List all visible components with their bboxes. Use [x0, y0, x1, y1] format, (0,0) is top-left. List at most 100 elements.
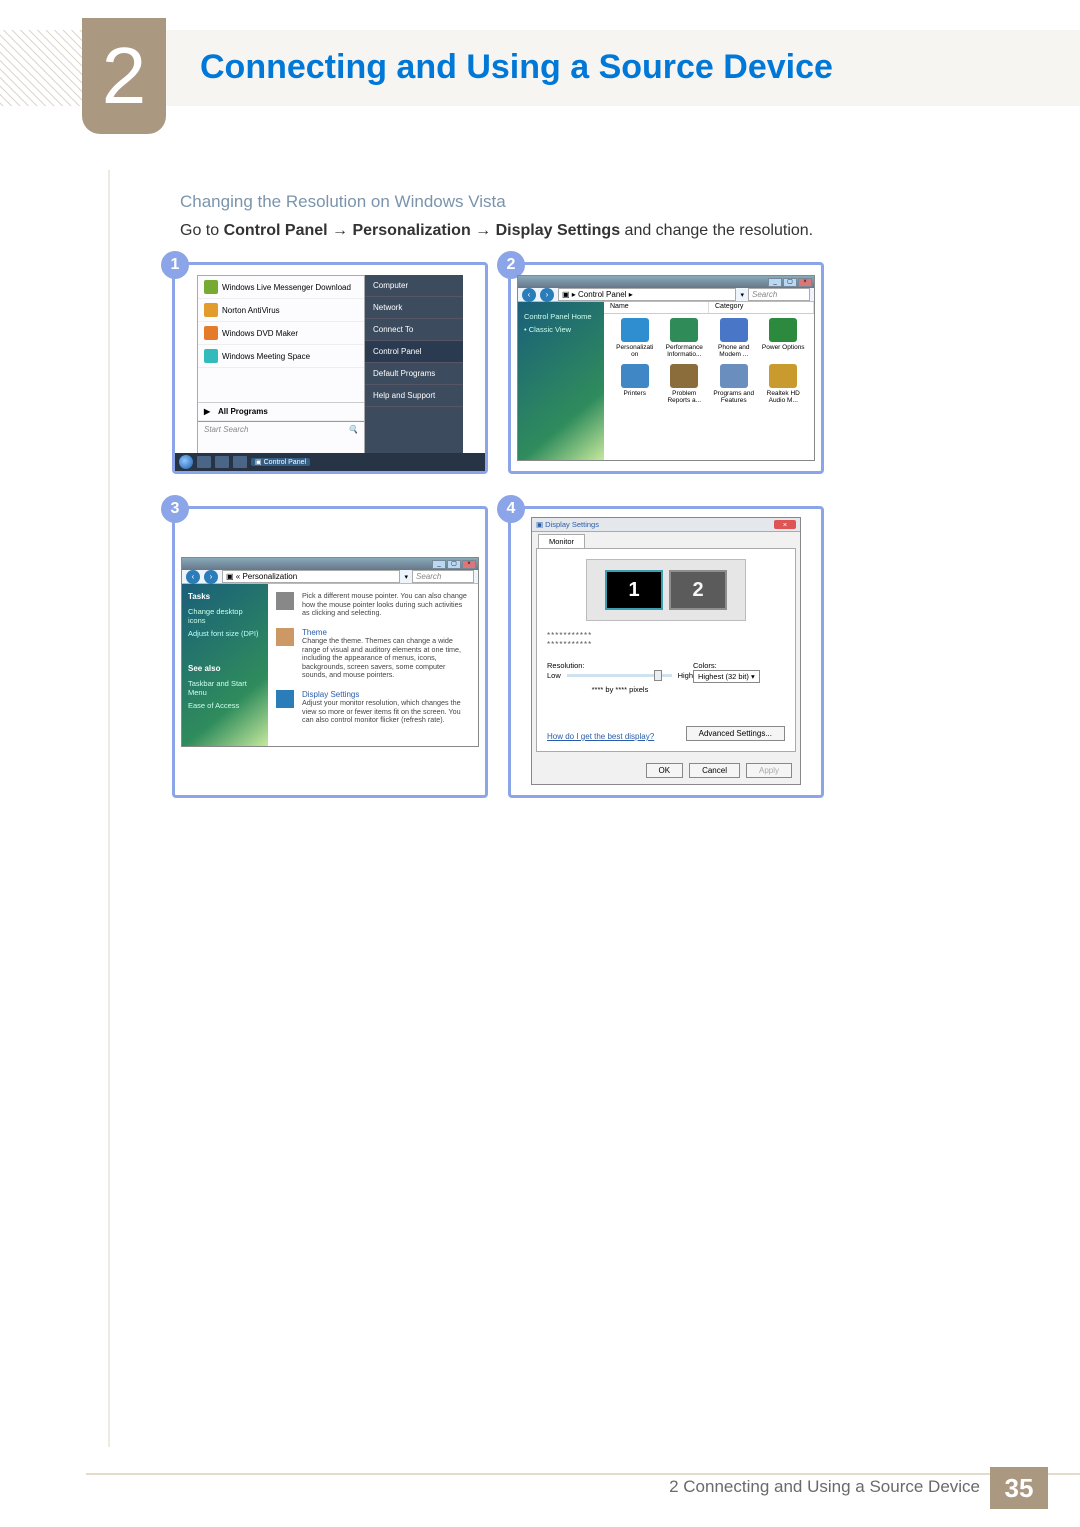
tab-monitor[interactable]: Monitor	[538, 534, 585, 548]
ok-button[interactable]: OK	[646, 763, 684, 778]
start-search[interactable]: Start Search🔍	[198, 421, 364, 437]
search-input[interactable]: Search	[412, 570, 474, 583]
start-right-item[interactable]: Default Programs	[365, 363, 463, 385]
apply-button[interactable]: Apply	[746, 763, 792, 778]
forward-button[interactable]: ›	[540, 288, 554, 302]
cp-item-icon	[621, 318, 649, 342]
colors-select[interactable]: Highest (32 bit) ▾	[693, 670, 760, 683]
address-bar: ‹ › ▣ ▸ Control Panel ▸ ▾ Search	[518, 288, 814, 302]
start-item[interactable]: Windows DVD Maker	[198, 322, 364, 345]
slider-thumb[interactable]	[654, 670, 662, 681]
start-right-item[interactable]: Control Panel	[365, 341, 463, 363]
close-button[interactable]: ×	[798, 278, 812, 287]
figure-2: 2 _ ▢ × ‹ › ▣ ▸ Control Panel ▸ ▾ Search…	[508, 262, 824, 474]
cancel-button[interactable]: Cancel	[689, 763, 740, 778]
advanced-settings-button[interactable]: Advanced Settings...	[686, 726, 785, 741]
dialog-titlebar: ▣ Display Settings ×	[532, 518, 800, 532]
tab-row: Monitor	[532, 532, 800, 548]
cp-item-icon	[769, 364, 797, 388]
taskbar-item[interactable]	[197, 456, 211, 468]
cp-item[interactable]: Programs and Features	[711, 364, 757, 404]
start-item[interactable]: Windows Live Messenger Download	[198, 276, 364, 299]
header-hatch	[0, 30, 82, 106]
task-link[interactable]: Change desktop icons	[188, 605, 262, 627]
cp-classic-link[interactable]: Classic View	[524, 323, 598, 336]
cp-item[interactable]: Personalizati on	[612, 318, 658, 358]
taskbar-control-panel[interactable]: ▣Control Panel	[251, 458, 310, 466]
cp-item[interactable]: Performance Informatio...	[662, 318, 708, 358]
close-button[interactable]: ×	[774, 520, 796, 529]
forward-button[interactable]: ›	[204, 570, 218, 584]
window-titlebar: _ ▢ ×	[518, 276, 814, 288]
back-button[interactable]: ‹	[186, 570, 200, 584]
cp-item-icon	[720, 318, 748, 342]
masked-text: ***********	[547, 640, 785, 649]
app-icon	[204, 349, 218, 363]
start-item[interactable]: Norton AntiVirus	[198, 299, 364, 322]
personalization-sidebar: Tasks Change desktop icons Adjust font s…	[182, 584, 268, 746]
start-right-item[interactable]: Help and Support	[365, 385, 463, 407]
resolution-slider[interactable]	[567, 674, 672, 677]
close-button[interactable]: ×	[462, 560, 476, 569]
block-icon	[276, 628, 294, 646]
cp-item-icon	[720, 364, 748, 388]
taskbar-item[interactable]	[215, 456, 229, 468]
maximize-button[interactable]: ▢	[783, 278, 797, 287]
personalization-window: _ ▢ × ‹ › ▣ « Personalization ▾ Search T…	[181, 557, 479, 747]
start-right-item[interactable]: Computer	[365, 275, 463, 297]
monitor-1[interactable]: 1	[605, 570, 663, 610]
cp-home-link[interactable]: Control Panel Home	[524, 310, 598, 323]
cp-item[interactable]: Phone and Modem ...	[711, 318, 757, 358]
resolution-value: **** by **** pixels	[547, 685, 693, 694]
best-display-link[interactable]: How do I get the best display?	[547, 732, 654, 741]
cp-item[interactable]: Problem Reports a...	[662, 364, 708, 404]
start-right-item[interactable]: Network	[365, 297, 463, 319]
figure-3: 3 _ ▢ × ‹ › ▣ « Personalization ▾ Search…	[172, 506, 488, 798]
slider-high: High	[678, 671, 693, 680]
cp-item-icon	[621, 364, 649, 388]
breadcrumb[interactable]: ▣ « Personalization	[222, 570, 400, 583]
dialog-buttons: OK Cancel Apply	[532, 756, 800, 784]
see-also-link[interactable]: Taskbar and Start Menu	[188, 677, 262, 699]
personalization-block[interactable]: ThemeChange the theme. Themes can change…	[276, 628, 470, 680]
chapter-badge: 2	[82, 18, 166, 134]
minimize-button[interactable]: _	[768, 278, 782, 287]
taskbar-item[interactable]	[233, 456, 247, 468]
app-icon	[204, 280, 218, 294]
tasks-heading: Tasks	[188, 592, 262, 601]
personalization-block[interactable]: Pick a different mouse pointer. You can …	[276, 592, 470, 618]
task-link[interactable]: Adjust font size (DPI)	[188, 627, 262, 640]
cp-item-icon	[670, 364, 698, 388]
control-panel-window: _ ▢ × ‹ › ▣ ▸ Control Panel ▸ ▾ Search C…	[517, 275, 815, 461]
figure-grid: 1 Windows Live Messenger DownloadNorton …	[172, 262, 824, 798]
slider-low: Low	[547, 671, 561, 680]
col-name[interactable]: Name	[604, 302, 709, 313]
cp-item[interactable]: Power Options	[761, 318, 807, 358]
address-bar: ‹ › ▣ « Personalization ▾ Search	[182, 570, 478, 584]
cp-sidebar: Control Panel Home Classic View	[518, 302, 604, 460]
maximize-button[interactable]: ▢	[447, 560, 461, 569]
monitor-2[interactable]: 2	[669, 570, 727, 610]
start-right-item[interactable]: Connect To	[365, 319, 463, 341]
control-panel-icon: ▣	[255, 458, 262, 466]
back-button[interactable]: ‹	[522, 288, 536, 302]
start-item[interactable]: Windows Meeting Space	[198, 345, 364, 368]
monitor-preview: 1 2	[586, 559, 746, 621]
breadcrumb[interactable]: ▣ ▸ Control Panel ▸	[558, 288, 736, 301]
minimize-button[interactable]: _	[432, 560, 446, 569]
col-category[interactable]: Category	[709, 302, 814, 313]
cp-item[interactable]: Realtek HD Audio M...	[761, 364, 807, 404]
figure-badge-4: 4	[497, 495, 525, 523]
figure-badge-3: 3	[161, 495, 189, 523]
cp-item-icon	[670, 318, 698, 342]
start-orb-icon[interactable]	[179, 455, 193, 469]
see-also-link[interactable]: Ease of Access	[188, 699, 262, 712]
app-icon	[204, 303, 218, 317]
cp-item[interactable]: Printers	[612, 364, 658, 404]
taskbar: ▣Control Panel	[175, 453, 485, 471]
search-input[interactable]: Search	[748, 288, 810, 301]
instruction-text: Go to Control Panel → Personalization → …	[180, 222, 980, 240]
figure-1: 1 Windows Live Messenger DownloadNorton …	[172, 262, 488, 474]
all-programs[interactable]: ▶All Programs	[198, 402, 364, 421]
personalization-block[interactable]: Display SettingsAdjust your monitor reso…	[276, 690, 470, 725]
